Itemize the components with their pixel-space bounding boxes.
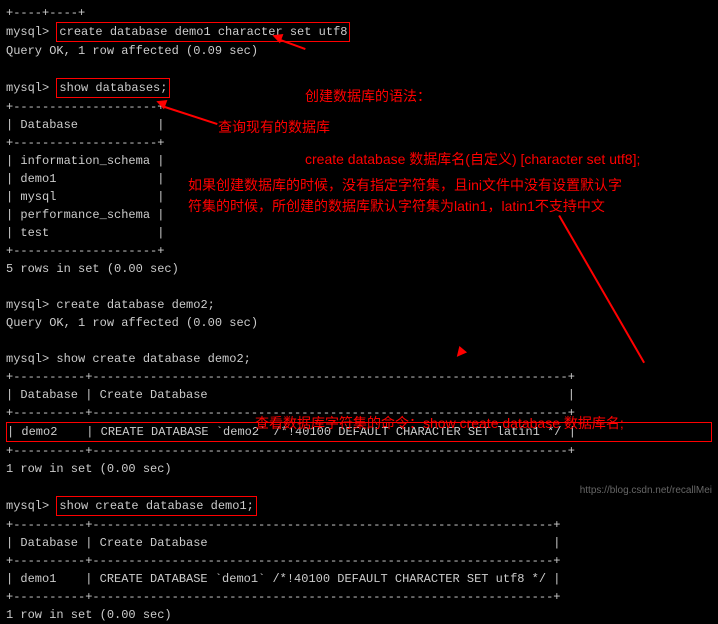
annotation-show-databases: 查询现有的数据库: [218, 117, 330, 138]
t2-border2: +----------+----------------------------…: [6, 552, 712, 570]
rule-top: +----+----+: [6, 4, 712, 22]
dblist-footer: 5 rows in set (0.00 sec): [6, 260, 712, 278]
watermark: https://blog.csdn.net/recallMei: [580, 483, 712, 498]
t1-border1: +----------+----------------------------…: [6, 368, 712, 386]
t1-header: | Database | Create Database |: [6, 386, 712, 404]
t2-header: | Database | Create Database |: [6, 534, 712, 552]
cmd-show-create-demo1: mysql> show create database demo1;: [6, 496, 712, 516]
boxed-cmd-5: show create database demo1;: [56, 496, 256, 516]
t2-border1: +----------+----------------------------…: [6, 516, 712, 534]
boxed-cmd-1: create database demo1 character set utf8: [56, 22, 350, 42]
t1-footer: 1 row in set (0.00 sec): [6, 460, 712, 478]
annotation-create-syntax: 创建数据库的语法： create database 数据库名(自定义) [cha…: [305, 44, 640, 191]
t1-border3: +----------+----------------------------…: [6, 442, 712, 460]
annotation-show-create: 查看数据库字符集的命令：show create database 数据库名;: [255, 413, 624, 434]
cmd-show-create-demo2: mysql> show create database demo2;: [6, 350, 712, 368]
t2-row: | demo1 | CREATE DATABASE `demo1` /*!401…: [6, 570, 712, 588]
boxed-cmd-2: show databases;: [56, 78, 170, 98]
t2-footer: 1 row in set (0.00 sec): [6, 606, 712, 624]
cmd-create-demo1: mysql> create database demo1 character s…: [6, 22, 712, 42]
t2-border3: +----------+----------------------------…: [6, 588, 712, 606]
dblist-border3: +--------------------+: [6, 242, 712, 260]
db-row: | test |: [6, 224, 712, 242]
result-3: Query OK, 1 row affected (0.00 sec): [6, 314, 712, 332]
annotation-latin1: 如果创建数据库的时候，没有指定字符集，且ini文件中没有设置默认字 符集的时候，…: [188, 175, 622, 217]
